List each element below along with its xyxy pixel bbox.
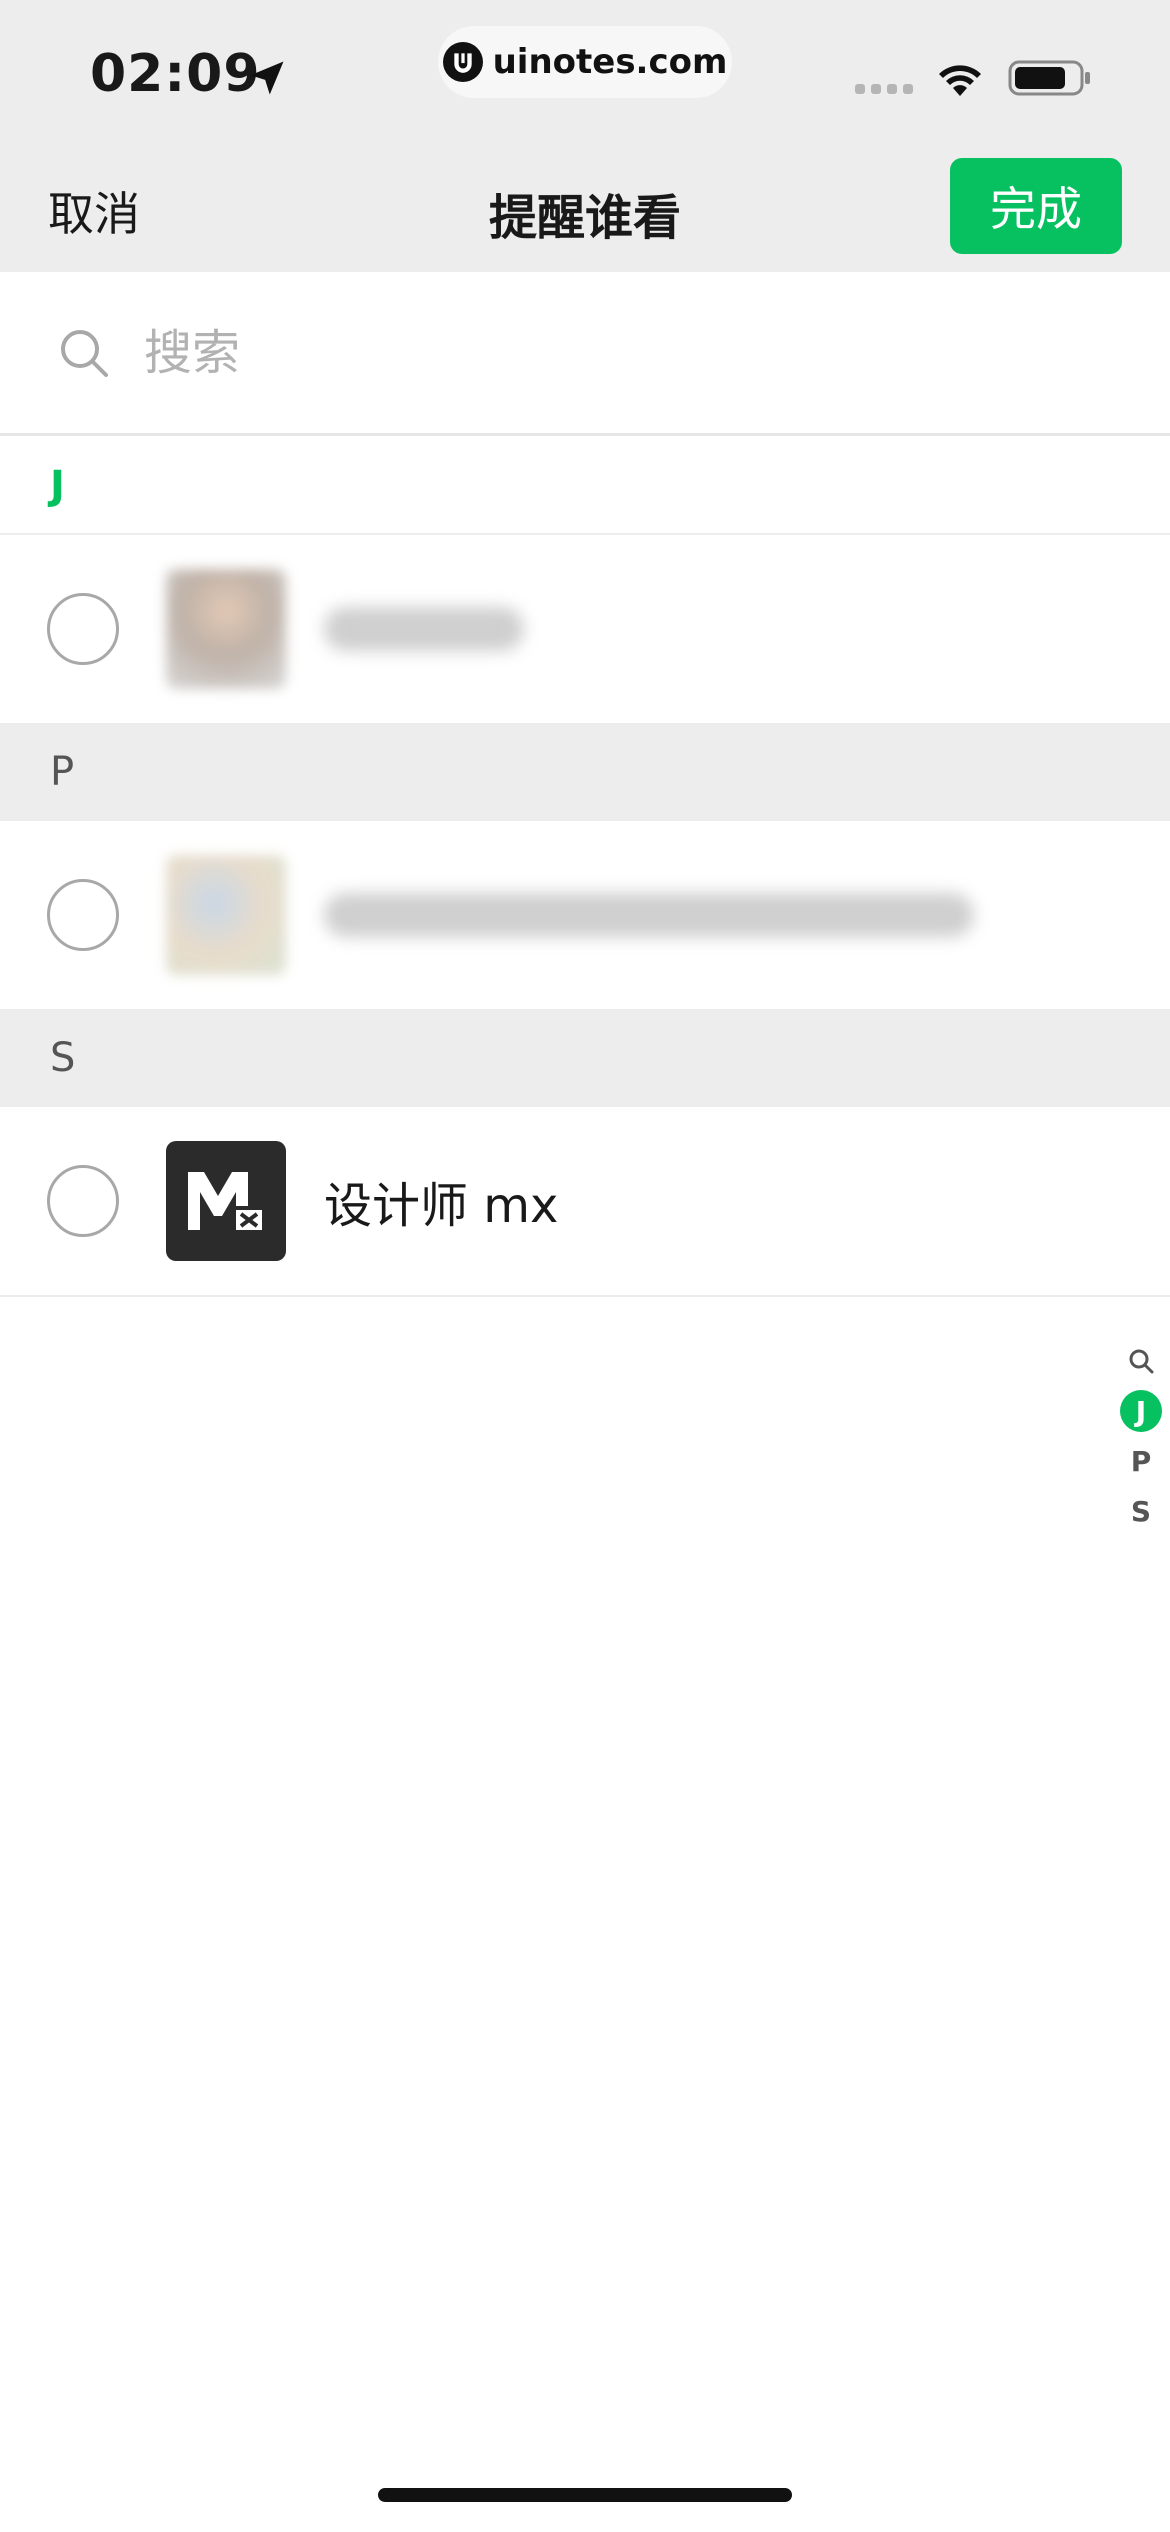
search-bar [0, 272, 1170, 436]
site-logo-icon [442, 42, 483, 82]
battery-icon [1008, 60, 1090, 96]
contact-row[interactable]: 设计师 mx [0, 1107, 1170, 1297]
contact-row[interactable] [0, 535, 1170, 725]
blurred-contact-name [324, 607, 524, 651]
index-search-icon[interactable] [1120, 1340, 1162, 1382]
location-arrow-icon [250, 61, 284, 95]
search-icon [61, 329, 108, 377]
contact-name: 设计师 mx [324, 1178, 559, 1234]
avatar-mx-logo [166, 1141, 286, 1261]
mx-logo-icon [188, 1172, 262, 1230]
app-root: 02:09 uinotes.com 取消 提醒谁看 完成 搜索 J P S 设计… [0, 0, 1170, 2532]
index-letter-j[interactable]: J [1120, 1390, 1162, 1432]
select-radio[interactable] [47, 1165, 119, 1237]
contact-list: J P S 设计师 mx [0, 439, 1170, 1297]
section-header-s: S [0, 1011, 1170, 1107]
blurred-contact-name [324, 893, 974, 937]
section-header-j: J [0, 439, 1170, 535]
status-bar: 02:09 uinotes.com [0, 0, 1170, 140]
contact-row[interactable] [0, 821, 1170, 1011]
nav-bar: 取消 提醒谁看 完成 [0, 140, 1170, 272]
avatar [166, 855, 286, 975]
index-letter-p[interactable]: P [1120, 1440, 1162, 1482]
wifi-icon [939, 65, 981, 96]
select-radio[interactable] [47, 593, 119, 665]
avatar [166, 569, 286, 689]
select-radio[interactable] [47, 879, 119, 951]
index-letter-s[interactable]: S [1120, 1490, 1162, 1532]
home-indicator[interactable] [378, 2488, 792, 2502]
url-pill[interactable]: uinotes.com [438, 26, 732, 98]
alphabet-index[interactable]: J P S [1118, 1340, 1164, 1532]
cellular-signal-icon [855, 84, 913, 94]
done-button[interactable]: 完成 [950, 158, 1122, 254]
search-input[interactable] [144, 324, 1044, 381]
status-time: 02:09 [90, 44, 261, 104]
section-header-p: P [0, 725, 1170, 821]
url-text: uinotes.com [492, 42, 728, 82]
